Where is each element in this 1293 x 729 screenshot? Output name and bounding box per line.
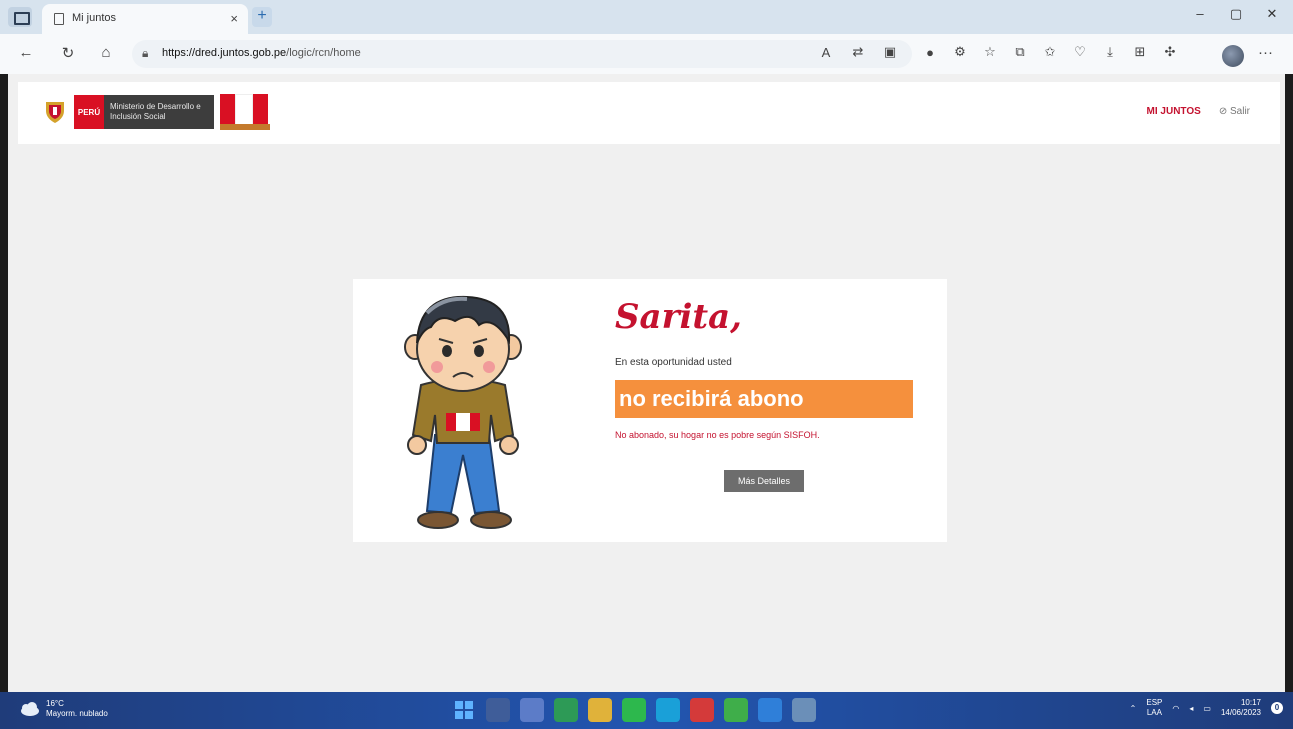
notepad-icon[interactable] — [792, 698, 816, 722]
logout-link[interactable]: ⊘ Salir — [1219, 106, 1250, 117]
minimize-button[interactable]: – — [1188, 6, 1212, 21]
chrome-icon[interactable] — [724, 698, 748, 722]
browser-essentials-icon[interactable]: ♡ — [1072, 44, 1088, 60]
close-window-button[interactable]: ✕ — [1260, 6, 1284, 22]
favorites-icon[interactable]: ☆ — [982, 44, 998, 60]
downloads-icon[interactable]: ⤓ — [1102, 44, 1118, 60]
back-icon[interactable]: ← — [16, 44, 36, 61]
new-tab-button[interactable]: + — [252, 7, 272, 27]
translate-icon[interactable]: ⇄ — [850, 44, 866, 60]
payment-status-banner: no recibirá abono — [615, 380, 913, 418]
ministry-name: Ministerio de Desarrollo e Inclusión Soc… — [104, 95, 214, 129]
notification-badge[interactable]: 0 — [1271, 702, 1283, 714]
tab-close-icon[interactable]: × — [230, 11, 238, 26]
weather-widget[interactable]: 16°C Mayorm. nublado — [18, 699, 108, 719]
battery-icon[interactable]: ▭ — [1203, 704, 1211, 713]
cloud-icon — [21, 702, 39, 716]
logout-label: Salir — [1229, 106, 1250, 117]
url-text[interactable]: https://dred.juntos.gob.pe/logic/rcn/hom… — [162, 47, 361, 59]
wifi-icon[interactable]: ◠ — [1172, 704, 1179, 713]
volume-icon[interactable]: ◂ — [1189, 704, 1193, 713]
split-screen-icon[interactable]: ⧉ — [1012, 44, 1028, 60]
windows-taskbar: 16°C Mayorm. nublado ⌃ ESP LAA ◠ ◂ ▭ 10:… — [0, 692, 1293, 729]
extensions-icon[interactable]: ✣ — [1162, 44, 1178, 60]
more-options-icon[interactable]: ··· — [1258, 44, 1273, 61]
tray-chevron-icon[interactable]: ⌃ — [1130, 704, 1137, 713]
language-indicator[interactable]: ESP LAA — [1146, 698, 1162, 718]
page-favicon-icon — [54, 13, 64, 25]
greeting-name: Sarita, — [615, 297, 742, 337]
browser-tab-active[interactable]: Mi juntos × — [42, 4, 248, 34]
edge-browser-icon[interactable] — [656, 698, 680, 722]
read-aloud-icon[interactable]: A — [818, 44, 834, 60]
clock-date: 14/06/2023 — [1220, 708, 1261, 717]
start-menu-icon[interactable] — [452, 698, 476, 722]
page-viewport: PERÚ Ministerio de Desarrollo e Inclusió… — [8, 74, 1285, 692]
collections-icon[interactable]: ⊞ — [1132, 44, 1148, 60]
home-icon[interactable]: ⌂ — [96, 44, 116, 61]
language-code: ESP — [1146, 698, 1163, 707]
sad-child-illustration — [404, 295, 522, 529]
browser-tab-bar: Mi juntos × + – ▢ ✕ — [0, 0, 1293, 34]
whatsapp-icon[interactable] — [622, 698, 646, 722]
lock-icon[interactable]: 🔒︎ — [142, 46, 148, 61]
address-bar[interactable]: 🔒︎ https://dred.juntos.gob.pe/logic/rcn/… — [132, 40, 912, 68]
nav-mi-juntos[interactable]: MI JUNTOS — [1147, 106, 1201, 117]
maximize-button[interactable]: ▢ — [1224, 6, 1248, 22]
site-header: PERÚ Ministerio de Desarrollo e Inclusió… — [18, 82, 1280, 144]
coat-of-arms-icon — [46, 102, 64, 123]
site-logo[interactable]: PERÚ Ministerio de Desarrollo e Inclusió… — [44, 94, 270, 130]
more-details-button[interactable]: Más Detalles — [724, 470, 804, 492]
extension-icon[interactable]: ● — [922, 44, 938, 60]
keyboard-layout: LAA — [1146, 708, 1162, 717]
clock-time: 10:17 — [1240, 698, 1261, 707]
weather-desc: Mayorm. nublado — [46, 709, 108, 718]
refresh-icon[interactable]: ↻ — [58, 44, 78, 62]
file-explorer-icon[interactable] — [588, 698, 612, 722]
task-view-icon[interactable] — [520, 698, 544, 722]
payment-status-card: Sarita, En esta oportunidad usted no rec… — [353, 279, 947, 542]
app-available-icon[interactable]: ▣ — [882, 44, 898, 60]
chat-app-icon[interactable] — [554, 698, 578, 722]
store-icon[interactable] — [758, 698, 782, 722]
acrobat-icon[interactable] — [690, 698, 714, 722]
settings-icon[interactable]: ⚙ — [952, 44, 968, 60]
juntos-flag-logo — [220, 94, 270, 130]
tab-title: Mi juntos — [72, 12, 117, 24]
browser-toolbar: ← ↻ ⌂ 🔒︎ https://dred.juntos.gob.pe/logi… — [0, 34, 1293, 74]
weather-temp: 16°C — [46, 699, 64, 708]
favorites-bar-icon[interactable]: ✩ — [1042, 44, 1058, 60]
tab-actions-icon[interactable] — [8, 7, 32, 27]
status-reason: No abonado, su hogar no es pobre según S… — [615, 430, 820, 440]
search-taskbar-icon[interactable] — [486, 698, 510, 722]
profile-avatar[interactable] — [1222, 45, 1244, 67]
peru-logo: PERÚ — [74, 95, 104, 129]
system-clock[interactable]: 10:17 14/06/2023 — [1221, 698, 1261, 718]
intro-text: En esta oportunidad usted — [615, 357, 732, 368]
